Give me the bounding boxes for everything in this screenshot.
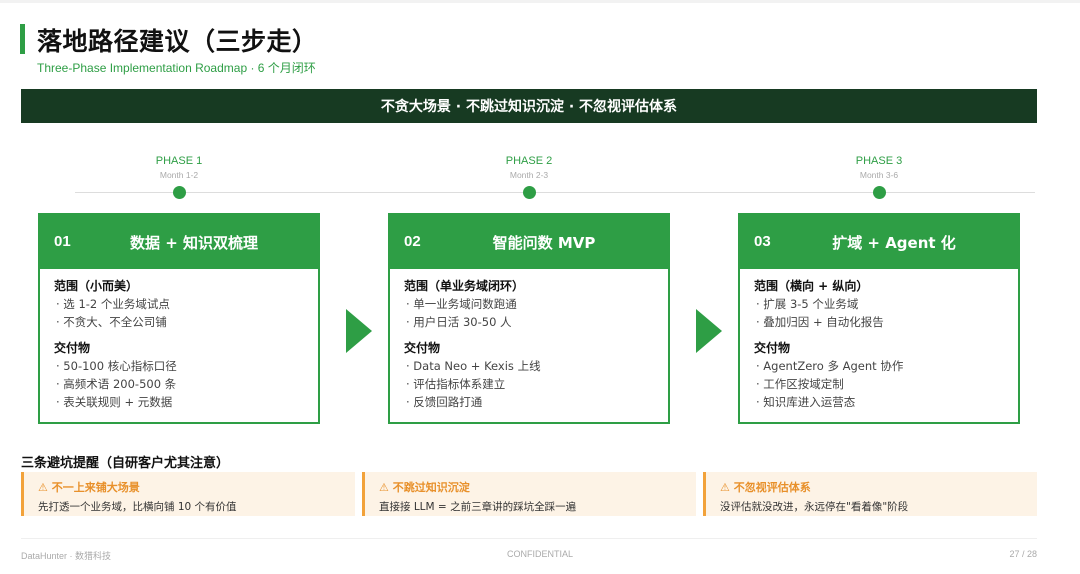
timeline-line — [75, 192, 1035, 193]
timeline-dot-1 — [173, 186, 186, 199]
pitfalls-heading: 三条避坑提醒（自研客户尤其注意） — [21, 456, 230, 471]
phase-marker-2: PHASE 2 Month 2-3 — [469, 155, 589, 180]
page-number: 27 / 28 — [1009, 549, 1037, 559]
deliverable-item: · 评估指标体系建立 — [406, 377, 506, 391]
card-title: 扩域 + Agent 化 — [832, 234, 956, 252]
card-header: 01 数据 + 知识双梳理 — [40, 215, 318, 269]
pitfall-text: 没评估就没改进，永远停在"看着像"阶段 — [720, 501, 909, 513]
banner-text: 不贪大场景 · 不跳过知识沉淀 · 不忽视评估体系 — [380, 99, 678, 115]
deliverable-item: · 工作区按域定制 — [756, 377, 844, 391]
deliverable-item: · 反馈回路打通 — [406, 395, 483, 409]
phase-label: PHASE 2 — [505, 155, 553, 167]
deliverable-item: · 高频术语 200-500 条 — [56, 377, 177, 391]
page-title: 落地路径建议（三步走） — [37, 27, 318, 56]
card-header: 02 智能问数 MVP — [390, 215, 668, 269]
card-header: 03 扩域 + Agent 化 — [740, 215, 1018, 269]
scope-heading: 范围（横向 + 纵向） — [754, 279, 869, 293]
phase-months: Month 2-3 — [509, 170, 549, 180]
footer-divider — [21, 538, 1037, 539]
scope-item: · 单一业务域问数跑通 — [406, 297, 517, 311]
phase-card-1: 01 数据 + 知识双梳理 范围（小而美） · 选 1-2 个业务域试点 · 不… — [38, 213, 320, 424]
phase-marker-1: PHASE 1 Month 1-2 — [119, 155, 239, 180]
deliverable-item: · 知识库进入运营态 — [756, 395, 856, 409]
deliverable-item: · AgentZero 多 Agent 协作 — [756, 359, 904, 373]
deliverables-heading: 交付物 — [54, 341, 91, 355]
pitfall-card-3: ⚠ 不忽视评估体系 没评估就没改进，永远停在"看着像"阶段 — [703, 472, 1037, 516]
pitfall-text: 直接接 LLM = 之前三章讲的踩坑全踩一遍 — [379, 501, 577, 513]
deliverable-item: · Data Neo + Kexis 上线 — [406, 359, 541, 373]
phase-months: Month 1-2 — [159, 170, 199, 180]
principle-banner: 不贪大场景 · 不跳过知识沉淀 · 不忽视评估体系 — [21, 89, 1037, 123]
phase-label: PHASE 1 — [155, 155, 203, 167]
scope-item: · 用户日活 30-50 人 — [406, 315, 512, 329]
phase-label: PHASE 3 — [855, 155, 903, 167]
scope-item: · 扩展 3-5 个业务域 — [756, 297, 859, 311]
phase-card-2: 02 智能问数 MVP 范围（单业务域闭环） · 单一业务域问数跑通 · 用户日… — [388, 213, 670, 424]
pitfall-title: ⚠ 不忽视评估体系 — [720, 481, 811, 494]
card-body: 范围（单业务域闭环） · 单一业务域问数跑通 · 用户日活 30-50 人 交付… — [390, 269, 668, 411]
card-body: 范围（小而美） · 选 1-2 个业务域试点 · 不贪大、不全公司铺 交付物 ·… — [40, 269, 318, 411]
arrow-right-icon — [696, 309, 722, 353]
deliverable-item: · 50-100 核心指标口径 — [56, 359, 177, 373]
timeline-dot-3 — [873, 186, 886, 199]
timeline-dot-2 — [523, 186, 536, 199]
scope-item: · 叠加归因 + 自动化报告 — [756, 315, 884, 329]
card-title: 数据 + 知识双梳理 — [129, 234, 258, 252]
card-body: 范围（横向 + 纵向） · 扩展 3-5 个业务域 · 叠加归因 + 自动化报告… — [740, 269, 1018, 411]
phase-card-3: 03 扩域 + Agent 化 范围（横向 + 纵向） · 扩展 3-5 个业务… — [738, 213, 1020, 424]
scope-item: · 不贪大、不全公司铺 — [56, 315, 167, 329]
scope-heading: 范围（单业务域闭环） — [404, 279, 525, 293]
deliverable-item: · 表关联规则 + 元数据 — [56, 395, 173, 409]
pitfall-card-2: ⚠ 不跳过知识沉淀 直接接 LLM = 之前三章讲的踩坑全踩一遍 — [362, 472, 696, 516]
pitfall-card-1: ⚠ 不一上来铺大场景 先打透一个业务域，比横向铺 10 个有价值 — [21, 472, 355, 516]
deliverables-heading: 交付物 — [754, 341, 791, 355]
footer-confidential: CONFIDENTIAL — [506, 549, 573, 559]
pitfall-title: ⚠ 不跳过知识沉淀 — [379, 481, 470, 494]
card-title: 智能问数 MVP — [492, 234, 596, 252]
arrow-right-icon — [346, 309, 372, 353]
scope-heading: 范围（小而美） — [54, 279, 139, 293]
page-subtitle: Three-Phase Implementation Roadmap · 6 个… — [37, 61, 316, 75]
title-accent-bar — [20, 24, 25, 54]
top-divider — [0, 0, 1080, 3]
scope-item: · 选 1-2 个业务域试点 — [56, 297, 170, 311]
pitfall-title: ⚠ 不一上来铺大场景 — [38, 481, 140, 494]
phase-months: Month 3-6 — [859, 170, 899, 180]
deliverables-heading: 交付物 — [404, 341, 441, 355]
pitfall-text: 先打透一个业务域，比横向铺 10 个有价值 — [38, 501, 237, 513]
phase-marker-3: PHASE 3 Month 3-6 — [819, 155, 939, 180]
